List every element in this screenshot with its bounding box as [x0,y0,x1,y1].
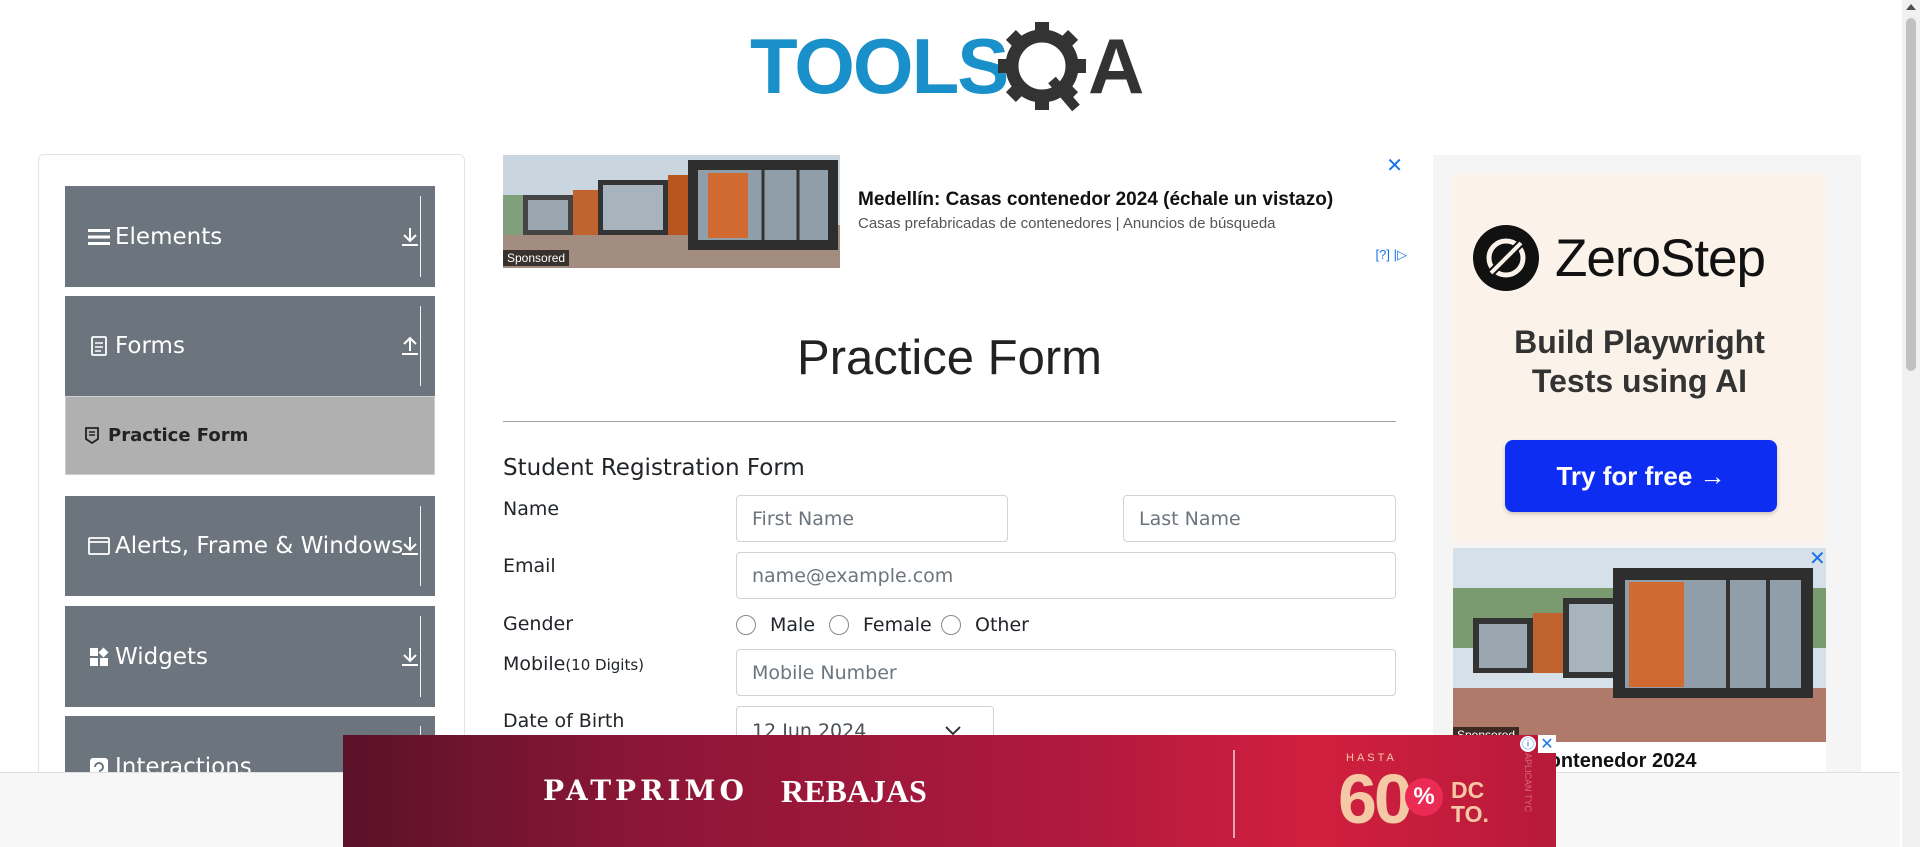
radio-circle[interactable] [736,615,756,635]
scrollbar-thumb[interactable] [1906,18,1916,371]
dob-label: Date of Birth [503,710,625,732]
first-name-input[interactable] [736,495,1008,542]
zerostep-ad[interactable]: ZeroStep Build Playwright Tests using AI… [1453,173,1826,543]
ad-headline[interactable]: Medellín: Casas contenedor 2024 (échale … [858,189,1333,211]
divider [503,421,1396,422]
radio-label[interactable]: Female [863,614,932,636]
document-icon [87,334,111,358]
upload-arrow-icon[interactable] [385,296,435,396]
ad-subline[interactable]: Casas prefabricadas de contenedores | An… [858,215,1276,232]
close-ad-icon[interactable]: ✕ [1386,155,1403,175]
ad-percent-badge: % [1405,778,1443,816]
top-ad-banner[interactable]: Sponsored Medellín: Casas contenedor 202… [503,155,1413,268]
ad-dcto: DC TO. [1451,778,1489,826]
ad-tagline: Build Playwright Tests using AI [1453,323,1826,401]
last-name-input[interactable] [1123,495,1396,542]
mobile-label: Mobile(10 Digits) [503,653,644,675]
ad-brand: PATPRIMO [543,774,748,807]
download-arrow-icon[interactable] [385,186,435,287]
page-scrollbar[interactable] [1902,0,1920,847]
radio-label[interactable]: Other [975,614,1029,636]
brand-name: ZeroStep [1555,228,1766,288]
widgets-icon [87,645,111,669]
svg-text:TOOLS: TOOLS [750,22,1007,110]
close-ad-icon[interactable]: ✕ [1538,735,1556,753]
sidebar-item-label: Practice Form [108,425,249,446]
gender-radio-male[interactable]: Male [736,612,815,638]
window-icon [87,534,111,558]
zerostep-brand: ZeroStep [1473,225,1766,291]
adchoices-icon[interactable]: [?] |▷ [1376,247,1407,263]
download-arrow-icon[interactable] [385,606,435,707]
try-for-free-button[interactable]: Try for free → [1505,440,1777,512]
name-label: Name [503,498,560,520]
ad-to: TO. [1451,801,1489,827]
scroll-up-arrow-icon[interactable] [1906,4,1916,10]
sidebar-group-label: Elements [115,223,223,250]
ad-dc: DC [1451,777,1485,803]
radio-circle[interactable] [829,615,849,635]
container-house-image[interactable]: Sponsored [1453,548,1826,743]
hamburger-icon [87,225,111,249]
mobile-hint: (10 Digits) [565,656,644,674]
adchoices-info-icon[interactable]: ⓘ [1520,736,1536,752]
sidebar-group-label: Alerts, Frame & Windows [115,533,404,559]
sidebar-group-label: Widgets [115,643,208,670]
form-heading: Student Registration Form [503,455,805,481]
sponsored-label: Sponsored [503,250,570,266]
tagline-line-1: Build Playwright [1514,324,1765,360]
bottom-banner-ad[interactable]: PATPRIMO REBAJAS HASTA 60 % DC TO. APLICA… [343,735,1556,847]
divider [1233,750,1235,838]
sidebar-item-practice-form[interactable]: Practice Form [65,396,435,475]
adinfo-label[interactable]: [?] [1376,247,1390,262]
sidebar-group-forms[interactable]: Forms [65,296,435,396]
container-house-image[interactable]: Sponsored [503,155,840,268]
gender-radio-female[interactable]: Female [829,612,932,638]
radio-circle[interactable] [941,615,961,635]
page: TOOLS A Elements Forms Practice Form Ale… [0,0,1920,847]
ad-fine-print: APLICAN TYC [1523,753,1533,812]
mobile-label-text: Mobile [503,653,566,675]
download-arrow-icon[interactable] [385,496,435,596]
svg-text:A: A [1088,22,1144,110]
page-title: Practice Form [797,331,1102,385]
sidebar-group-label: Forms [115,333,185,359]
toolsqa-logo[interactable]: TOOLS A [750,18,1150,113]
radio-label[interactable]: Male [770,614,815,636]
email-label: Email [503,555,556,577]
sidebar-group-alerts[interactable]: Alerts, Frame & Windows [65,496,435,596]
zerostep-logo-icon [1473,225,1539,291]
email-input[interactable] [736,552,1396,599]
sidebar-group-widgets[interactable]: Widgets [65,606,435,707]
gender-label: Gender [503,613,574,635]
close-ad-icon[interactable]: ✕ [1809,548,1826,568]
ad-discount-amount: 60 [1338,760,1413,838]
sidebar: Elements Forms Practice Form Alerts, Fra… [38,154,465,794]
tagline-line-2: Tests using AI [1531,363,1748,399]
form-icon [82,426,102,446]
mobile-input[interactable] [736,649,1396,696]
ad-sale-text: REBAJAS [781,773,927,809]
sidebar-group-elements[interactable]: Elements [65,186,435,287]
gender-radio-other[interactable]: Other [941,612,1029,638]
